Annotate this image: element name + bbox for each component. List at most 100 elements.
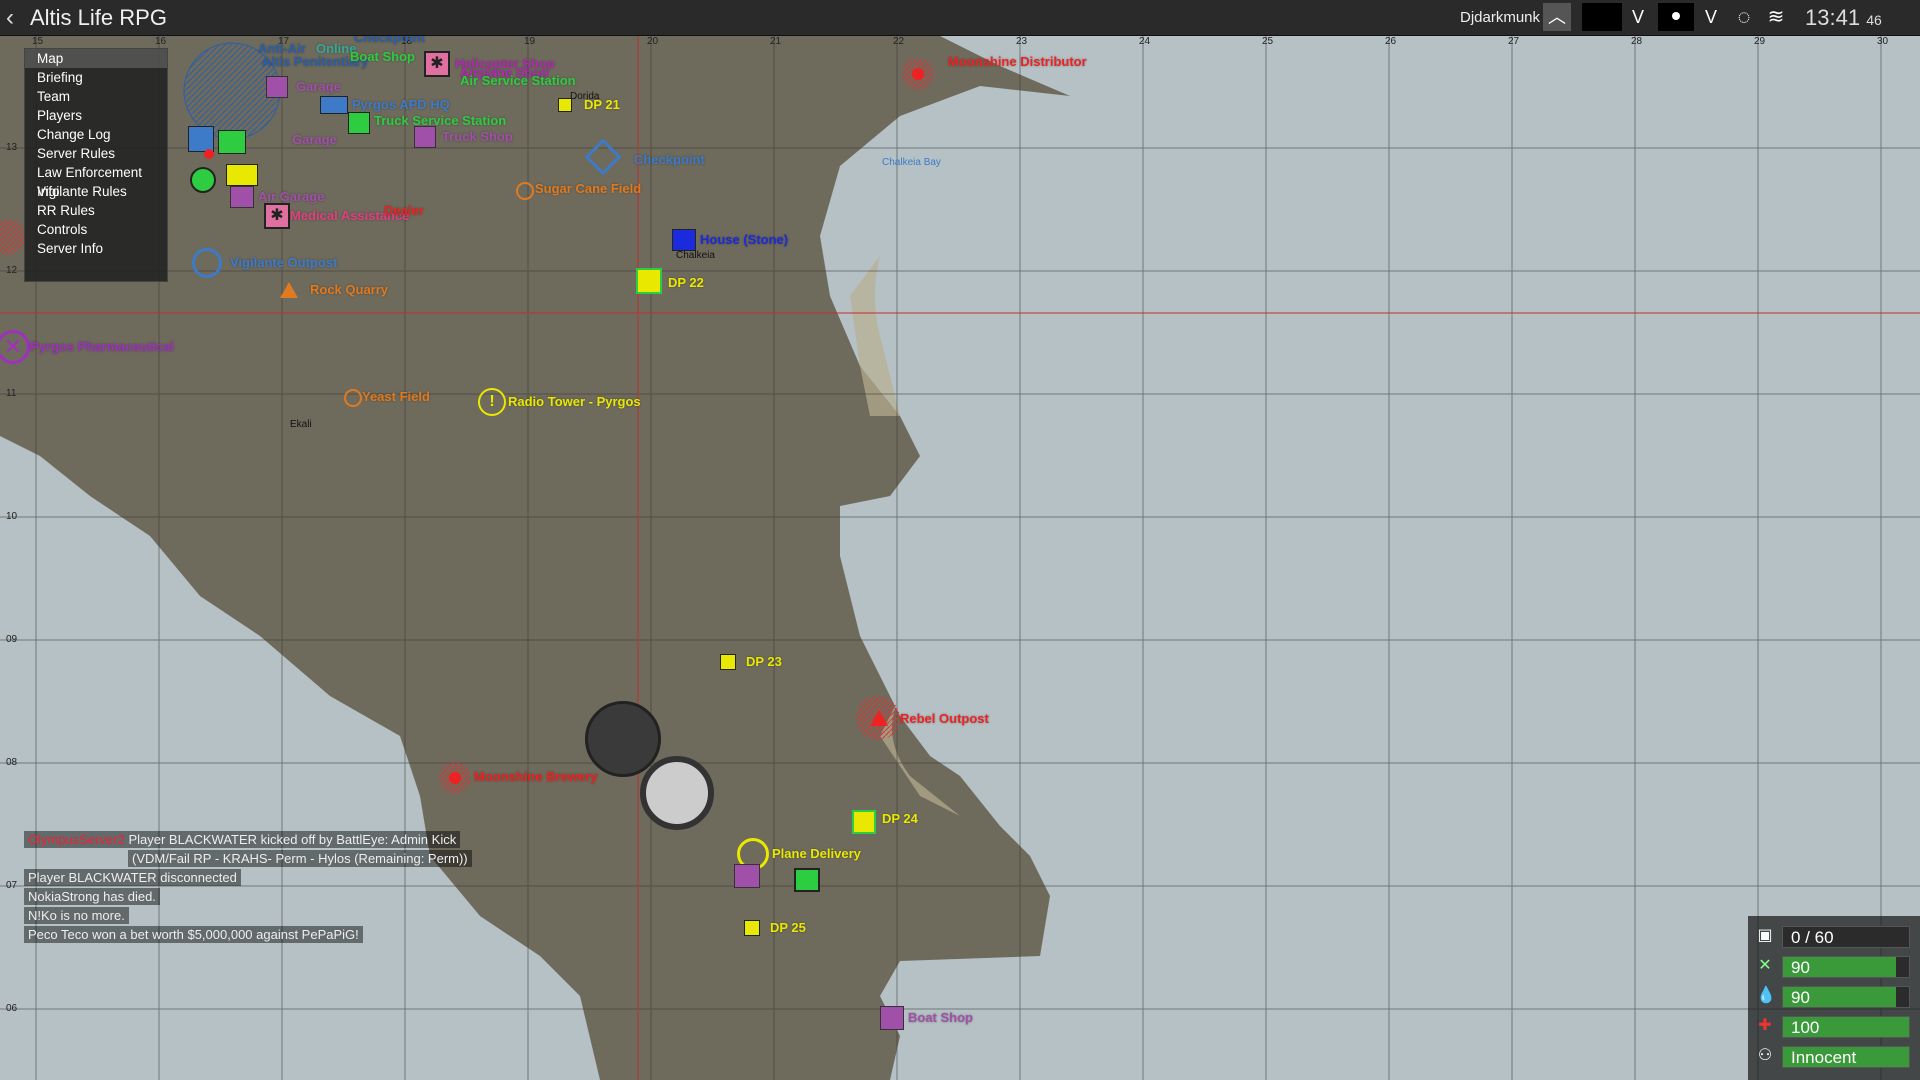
grid-col-label: 22 [893, 36, 905, 47]
map-marker-truck-shop[interactable] [414, 126, 436, 148]
map-marker-yellow-cluster[interactable] [226, 164, 258, 186]
grid-col-label: 27 [1508, 36, 1520, 47]
map-label-dp23[interactable]: DP 23 [746, 654, 782, 669]
map-label-moonshine-brewery[interactable]: Moonshine Brewery [474, 769, 598, 784]
map-marker-boat-shop[interactable] [880, 1006, 904, 1030]
grid-col-label: 26 [1385, 36, 1397, 47]
map-marker-green-cluster[interactable] [218, 130, 246, 154]
map-marker-police-cluster[interactable] [188, 126, 214, 152]
map-marker-dp25[interactable] [744, 920, 760, 936]
map-marker-brewery[interactable] [449, 772, 461, 784]
grid-row-label: 09 [6, 634, 18, 645]
water-row: 💧 90 [1748, 984, 1920, 1010]
map-marker-radio-tower[interactable]: ! [478, 388, 506, 416]
chat-message: N!Ko is no more. [24, 907, 129, 924]
map-marker-yeast-field[interactable] [344, 389, 362, 407]
chat-message: Peco Teco won a bet worth $5,000,000 aga… [24, 926, 363, 943]
menu-item-controls[interactable]: Controls [25, 220, 167, 239]
grid-row-label: 06 [6, 1003, 18, 1014]
food-icon: ✕ [1758, 957, 1772, 974]
map-marker-sugar-cane[interactable] [516, 182, 534, 200]
chevron-down-icon[interactable]: V [1624, 3, 1652, 31]
map-label-boat-shop-bottom[interactable]: Boat Shop [908, 1010, 973, 1025]
map-label-checkpoint[interactable]: Checkpoint [354, 36, 425, 45]
marker-dot-button[interactable] [1658, 3, 1694, 31]
map-label-radio-tower[interactable]: Radio Tower - Pyrgos [508, 394, 641, 409]
map-label-checkpoint-mid[interactable]: Checkpoint [634, 152, 705, 167]
map-marker-apd-hq[interactable] [320, 96, 348, 114]
map-label-air-garage[interactable]: Air Garage [258, 189, 324, 204]
map-marker-dp24[interactable] [852, 810, 876, 834]
menu-item-rr-rules[interactable]: RR Rules [25, 201, 167, 220]
map-label-garage[interactable]: Garage [296, 79, 341, 94]
wanted-status: Innocent [1791, 1048, 1857, 1067]
menu-item-change-log[interactable]: Change Log [25, 125, 167, 144]
map-label-plane-delivery[interactable]: Plane Delivery [772, 846, 861, 861]
map-marker-purple[interactable] [734, 864, 760, 888]
map-label-yeast-field[interactable]: Yeast Field [362, 389, 430, 404]
map-label-house-stone[interactable]: House (Stone) [700, 232, 788, 247]
map-label-air-service[interactable]: Air Service Station [460, 73, 576, 88]
health-cross-icon: ✚ [1758, 1017, 1772, 1034]
map-label-sugar-cane[interactable]: Sugar Cane Field [535, 181, 641, 196]
map-marker-dp23[interactable] [720, 654, 736, 670]
map-marker-dp22[interactable] [636, 268, 662, 294]
map-marker-air-garage[interactable] [230, 186, 254, 208]
clock: 13:41 46 [1805, 5, 1882, 31]
grid-row-label: 08 [6, 757, 18, 768]
health-value: 100 [1791, 1018, 1820, 1037]
map-marker-anchor[interactable] [190, 167, 216, 193]
map-label-vigilante-outpost[interactable]: Vigilante Outpost [230, 255, 337, 270]
menu-item-briefing[interactable]: Briefing [25, 68, 167, 87]
map-marker-rock-quarry[interactable] [280, 282, 298, 298]
map-marker-rebel-outpost[interactable] [870, 710, 888, 726]
map-marker-green-shop[interactable] [794, 868, 820, 892]
briefing-menu: Map Briefing Team Players Change Log Ser… [24, 48, 168, 282]
map-marker-distributor[interactable] [912, 68, 924, 80]
back-chevron-icon[interactable]: ‹ [6, 4, 14, 32]
map-marker-house[interactable] [672, 229, 696, 251]
chevron-up-icon[interactable]: ︿ [1543, 3, 1571, 31]
map-label-boat-shop[interactable]: Boat Shop [350, 49, 415, 64]
menu-item-server-info[interactable]: Server Info [25, 239, 167, 258]
backpack-icon: ▣ [1757, 927, 1773, 944]
map-label-truck-shop[interactable]: Truck Shop [442, 129, 513, 144]
chat-line: (VDM/Fail RP - KRAHS- Perm - Hylos (Rema… [24, 850, 472, 867]
grid-col-label: 21 [770, 36, 782, 47]
map-label-dp24[interactable]: DP 24 [882, 811, 918, 826]
chevron-down-icon[interactable]: V [1697, 3, 1725, 31]
map-marker-red-dot[interactable] [204, 149, 214, 159]
map-label-rebel-outpost[interactable]: Rebel Outpost [900, 711, 989, 726]
grid-row-label: 12 [6, 265, 18, 276]
map-label-garage-2[interactable]: Garage [292, 132, 337, 147]
map-label-dp22[interactable]: DP 22 [668, 275, 704, 290]
menu-item-map[interactable]: Map [25, 49, 167, 68]
color-swatch-black[interactable] [1582, 3, 1622, 31]
map-marker-medical[interactable]: ✱ [264, 203, 290, 229]
map-label-dealer[interactable]: Dealer [384, 203, 424, 218]
map-marker-dp21[interactable] [558, 98, 572, 112]
map-marker-truck-service[interactable] [348, 112, 370, 134]
map-marker-garage[interactable] [266, 76, 288, 98]
menu-item-players[interactable]: Players [25, 106, 167, 125]
compass-icon[interactable] [640, 756, 714, 830]
map-label-pyrgos-pharmaceutical[interactable]: Pyrgos Pharmaceutical [30, 339, 174, 354]
map-label-dp25[interactable]: DP 25 [770, 920, 806, 935]
map-label-dp21[interactable]: DP 21 [584, 97, 620, 112]
inventory-bar: 0 / 60 [1782, 926, 1910, 948]
chat-message: (VDM/Fail RP - KRAHS- Perm - Hylos (Rema… [128, 850, 472, 867]
layers-icon[interactable]: ≋ [1762, 3, 1790, 31]
map-label-pyrgos-apd-hq[interactable]: Pyrgos APD HQ [352, 97, 450, 112]
map-label-moonshine-distributor[interactable]: Moonshine Distributor [948, 54, 1087, 69]
menu-item-team[interactable]: Team [25, 87, 167, 106]
menu-item-law-enforcement[interactable]: Law Enforcement Info [25, 163, 167, 199]
map-label-truck-service[interactable]: Truck Service Station [374, 113, 506, 128]
map-marker-helicopter-shop[interactable]: ✱ [424, 51, 450, 77]
map-label-rock-quarry[interactable]: Rock Quarry [310, 282, 388, 297]
menu-item-server-rules[interactable]: Server Rules [25, 144, 167, 163]
app-title: Altis Life RPG [30, 5, 167, 30]
chat-line: Peco Teco won a bet worth $5,000,000 aga… [24, 926, 472, 943]
menu-item-vigilante-rules[interactable]: Vigilante Rules [25, 182, 167, 201]
map-marker-vigilante[interactable] [192, 248, 222, 278]
gear-icon[interactable]: ◌ [1730, 3, 1758, 31]
